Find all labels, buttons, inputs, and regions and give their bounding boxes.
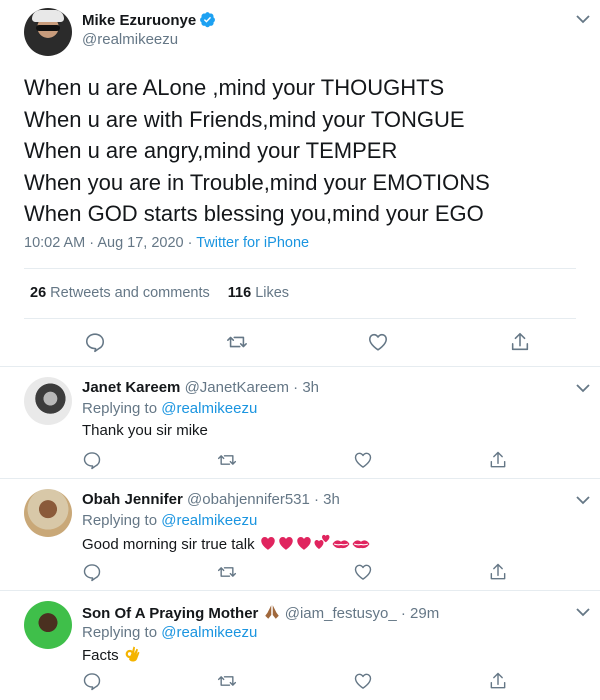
divider xyxy=(24,268,576,269)
heart-emoji xyxy=(261,537,275,550)
like-icon[interactable] xyxy=(367,331,389,353)
reply-author[interactable]: Janet Kareem @JanetKareem · 3h xyxy=(82,379,319,396)
reply-icon[interactable] xyxy=(82,450,104,472)
tweet-line: When u are ALone ,mind your THOUGHTS xyxy=(24,75,445,100)
likes-count: 116 xyxy=(227,285,252,301)
reply-author-name[interactable]: Son Of A Praying Mother xyxy=(82,605,263,622)
heart-emoji xyxy=(279,537,293,550)
heart-emoji xyxy=(297,537,311,550)
tweet-line: When GOD starts blessing you,mind your E… xyxy=(24,201,484,226)
verified-badge-icon xyxy=(200,12,216,28)
like-icon[interactable] xyxy=(353,450,375,472)
reply-action-bar xyxy=(0,671,600,695)
avatar[interactable] xyxy=(24,377,72,425)
main-tweet: Mike Ezuruonye @realmikeezu When u are A… xyxy=(0,0,600,366)
replying-to: Replying to @realmikeezu xyxy=(82,512,257,529)
replying-to: Replying to @realmikeezu xyxy=(82,400,257,417)
tweet-text: When u are ALone ,mind your THOUGHTS Whe… xyxy=(24,72,490,230)
ok-hand-emoji xyxy=(125,646,140,662)
reply-text: Good morning sir true talk xyxy=(82,534,371,553)
tweet-line: When u are angry,mind your TEMPER xyxy=(24,138,398,163)
likes-label: Likes xyxy=(255,285,290,301)
tweet-source-link[interactable]: Twitter for iPhone xyxy=(196,235,309,251)
tweet-metadata: 10:02 AM · Aug 17, 2020 · Twitter for iP… xyxy=(24,235,309,251)
retweet-icon[interactable] xyxy=(226,331,248,353)
share-icon[interactable] xyxy=(488,562,510,584)
author-avatar[interactable] xyxy=(24,8,72,56)
avatar[interactable] xyxy=(24,489,72,537)
chevron-down-icon[interactable] xyxy=(576,496,590,505)
reply-author[interactable]: Son Of A Praying Mother @iam_festusyo_ ·… xyxy=(82,603,439,622)
divider xyxy=(24,318,576,319)
retweets-stat[interactable]: 26 Retweets and comments xyxy=(30,285,210,301)
replying-to-link[interactable]: @realmikeezu xyxy=(161,400,257,417)
reply-icon[interactable] xyxy=(82,671,104,693)
share-icon[interactable] xyxy=(509,331,531,353)
like-icon[interactable] xyxy=(353,562,375,584)
kiss-mark-emoji xyxy=(332,540,350,549)
reply-text-content: Good morning sir true talk xyxy=(82,536,259,553)
replying-to-link[interactable]: @realmikeezu xyxy=(161,512,257,529)
share-icon[interactable] xyxy=(488,450,510,472)
avatar[interactable] xyxy=(24,601,72,649)
reply-author-handle[interactable]: @iam_festusyo_ · 29m xyxy=(285,605,439,622)
reply-text-content: Facts xyxy=(82,647,123,664)
retweets-count: 26 xyxy=(30,285,47,301)
reply-author[interactable]: Obah Jennifer @obahjennifer531 · 3h xyxy=(82,491,340,508)
chevron-down-icon[interactable] xyxy=(576,15,590,24)
chevron-down-icon[interactable] xyxy=(576,608,590,617)
replying-to-prefix: Replying to xyxy=(82,512,162,529)
reply-author-handle[interactable]: @JanetKareem · 3h xyxy=(185,379,319,396)
main-action-bar xyxy=(0,331,600,355)
reply-action-bar xyxy=(0,450,600,474)
tweet-line: When you are in Trouble,mind your EMOTIO… xyxy=(24,169,490,195)
author-handle[interactable]: @realmikeezu xyxy=(82,31,178,48)
replying-to: Replying to @realmikeezu xyxy=(82,624,257,641)
praying-hands-emoji xyxy=(264,605,279,619)
reply-tweet[interactable]: Son Of A Praying Mother @iam_festusyo_ ·… xyxy=(0,591,600,700)
reply-text: Thank you sir mike xyxy=(82,422,208,439)
reply-tweet[interactable]: Obah Jennifer @obahjennifer531 · 3h Repl… xyxy=(0,479,600,590)
tweet-timestamp[interactable]: 10:02 AM · Aug 17, 2020 · xyxy=(24,235,196,251)
replying-to-prefix: Replying to xyxy=(82,400,162,417)
reply-icon[interactable] xyxy=(84,331,106,353)
reply-tweet[interactable]: Janet Kareem @JanetKareem · 3h Replying … xyxy=(0,367,600,478)
kiss-mark-emoji xyxy=(352,540,370,549)
retweet-icon[interactable] xyxy=(217,671,239,693)
retweets-label: Retweets and comments xyxy=(50,285,210,301)
replying-to-prefix: Replying to xyxy=(82,624,162,641)
author-name[interactable]: Mike Ezuruonye xyxy=(82,11,216,29)
reply-icon[interactable] xyxy=(82,562,104,584)
reply-author-name[interactable]: Janet Kareem xyxy=(82,379,180,396)
share-icon[interactable] xyxy=(488,671,510,693)
tweet-stats: 26 Retweets and comments 116 Likes xyxy=(30,285,289,301)
reply-author-name[interactable]: Obah Jennifer xyxy=(82,491,183,508)
retweet-icon[interactable] xyxy=(217,450,239,472)
reply-text: Facts xyxy=(82,645,141,664)
two-hearts-emoji xyxy=(314,534,330,549)
reply-action-bar xyxy=(0,562,600,586)
like-icon[interactable] xyxy=(353,671,375,693)
replying-to-link[interactable]: @realmikeezu xyxy=(161,624,257,641)
retweet-icon[interactable] xyxy=(217,562,239,584)
author-name-text[interactable]: Mike Ezuruonye xyxy=(82,12,196,29)
reply-author-handle[interactable]: @obahjennifer531 · 3h xyxy=(187,491,340,508)
chevron-down-icon[interactable] xyxy=(576,384,590,393)
tweet-line: When u are with Friends,mind your TONGUE xyxy=(24,106,465,132)
likes-stat[interactable]: 116 Likes xyxy=(228,285,289,301)
